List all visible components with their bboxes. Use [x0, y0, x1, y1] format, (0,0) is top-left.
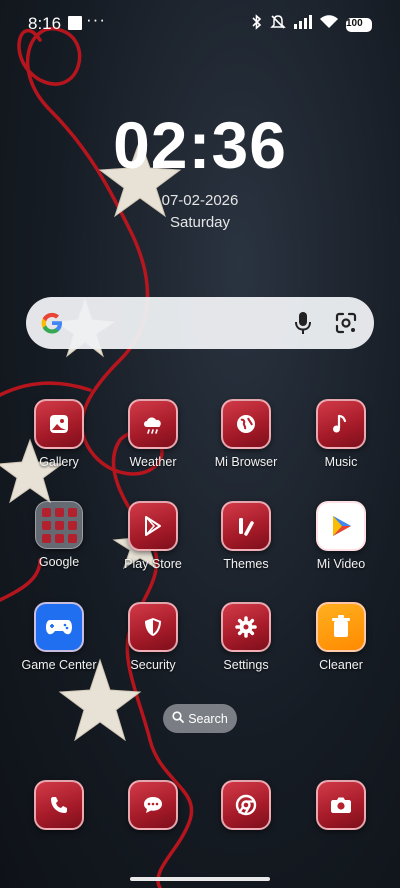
app-mi-video[interactable]: Mi Video — [291, 501, 391, 571]
weather-icon — [128, 399, 178, 449]
shield-icon — [128, 602, 178, 652]
gear-icon — [221, 602, 271, 652]
app-label: Settings — [223, 658, 269, 672]
app-label: Gallery — [39, 455, 79, 469]
app-gallery[interactable]: Gallery — [9, 399, 109, 469]
app-search-button[interactable]: Search — [163, 704, 237, 733]
app-google-folder[interactable]: Google — [9, 501, 109, 569]
app-label: Mi Browser — [214, 455, 278, 469]
phone-icon — [34, 780, 84, 830]
status-bar: 8:16 ··· 100 — [0, 0, 400, 48]
clock-weekday: Saturday — [169, 214, 231, 231]
app-label: Security — [130, 658, 176, 672]
google-search-widget[interactable] — [26, 297, 374, 349]
app-settings[interactable]: Settings — [196, 602, 296, 672]
trash-icon — [316, 602, 366, 652]
app-label: Mi Video — [316, 557, 366, 571]
home-indicator[interactable] — [130, 877, 270, 881]
app-label: Music — [324, 455, 358, 469]
themes-icon — [221, 501, 271, 551]
signal-icon — [294, 15, 312, 34]
status-icons: 100 — [252, 14, 372, 35]
music-note-icon — [316, 399, 366, 449]
app-weather[interactable]: Weather — [103, 399, 203, 469]
dock-phone[interactable] — [9, 780, 109, 830]
google-logo-icon — [38, 309, 66, 342]
app-label: Game Center — [21, 658, 97, 672]
microphone-icon[interactable] — [294, 311, 312, 340]
app-play-store[interactable]: Play Store — [103, 501, 203, 571]
chrome-icon — [221, 780, 271, 830]
app-label: Themes — [223, 557, 269, 571]
folder-icon — [35, 501, 83, 549]
app-cleaner[interactable]: Cleaner — [291, 602, 391, 672]
app-music[interactable]: Music — [291, 399, 391, 469]
gamepad-icon — [34, 602, 84, 652]
app-label: Cleaner — [319, 658, 363, 672]
mute-icon — [270, 14, 286, 35]
camera-icon — [316, 780, 366, 830]
messages-icon — [128, 780, 178, 830]
globe-icon — [221, 399, 271, 449]
dock-chrome[interactable] — [196, 780, 296, 830]
lens-icon[interactable] — [334, 311, 358, 340]
clock-date: 07-02-2026 — [161, 192, 239, 209]
clock-time[interactable]: 02:36 — [0, 112, 400, 178]
search-label: Search — [188, 711, 228, 726]
bluetooth-icon — [252, 14, 262, 35]
app-label: Google — [38, 555, 80, 569]
gallery-icon — [34, 399, 84, 449]
more-notifications-icon: ··· — [86, 10, 106, 29]
app-game-center[interactable]: Game Center — [9, 602, 109, 672]
notification-icon — [68, 16, 82, 30]
app-mi-browser[interactable]: Mi Browser — [196, 399, 296, 469]
battery-icon: 100 — [346, 17, 372, 32]
search-icon — [172, 711, 185, 726]
play-icon — [316, 501, 366, 551]
status-time: 8:16 — [28, 14, 62, 33]
dock-camera[interactable] — [291, 780, 391, 830]
wifi-icon — [320, 15, 338, 34]
app-themes[interactable]: Themes — [196, 501, 296, 571]
app-label: Play Store — [124, 557, 182, 571]
play-store-icon — [128, 501, 178, 551]
app-security[interactable]: Security — [103, 602, 203, 672]
app-label: Weather — [129, 455, 177, 469]
dock-messages[interactable] — [103, 780, 203, 830]
